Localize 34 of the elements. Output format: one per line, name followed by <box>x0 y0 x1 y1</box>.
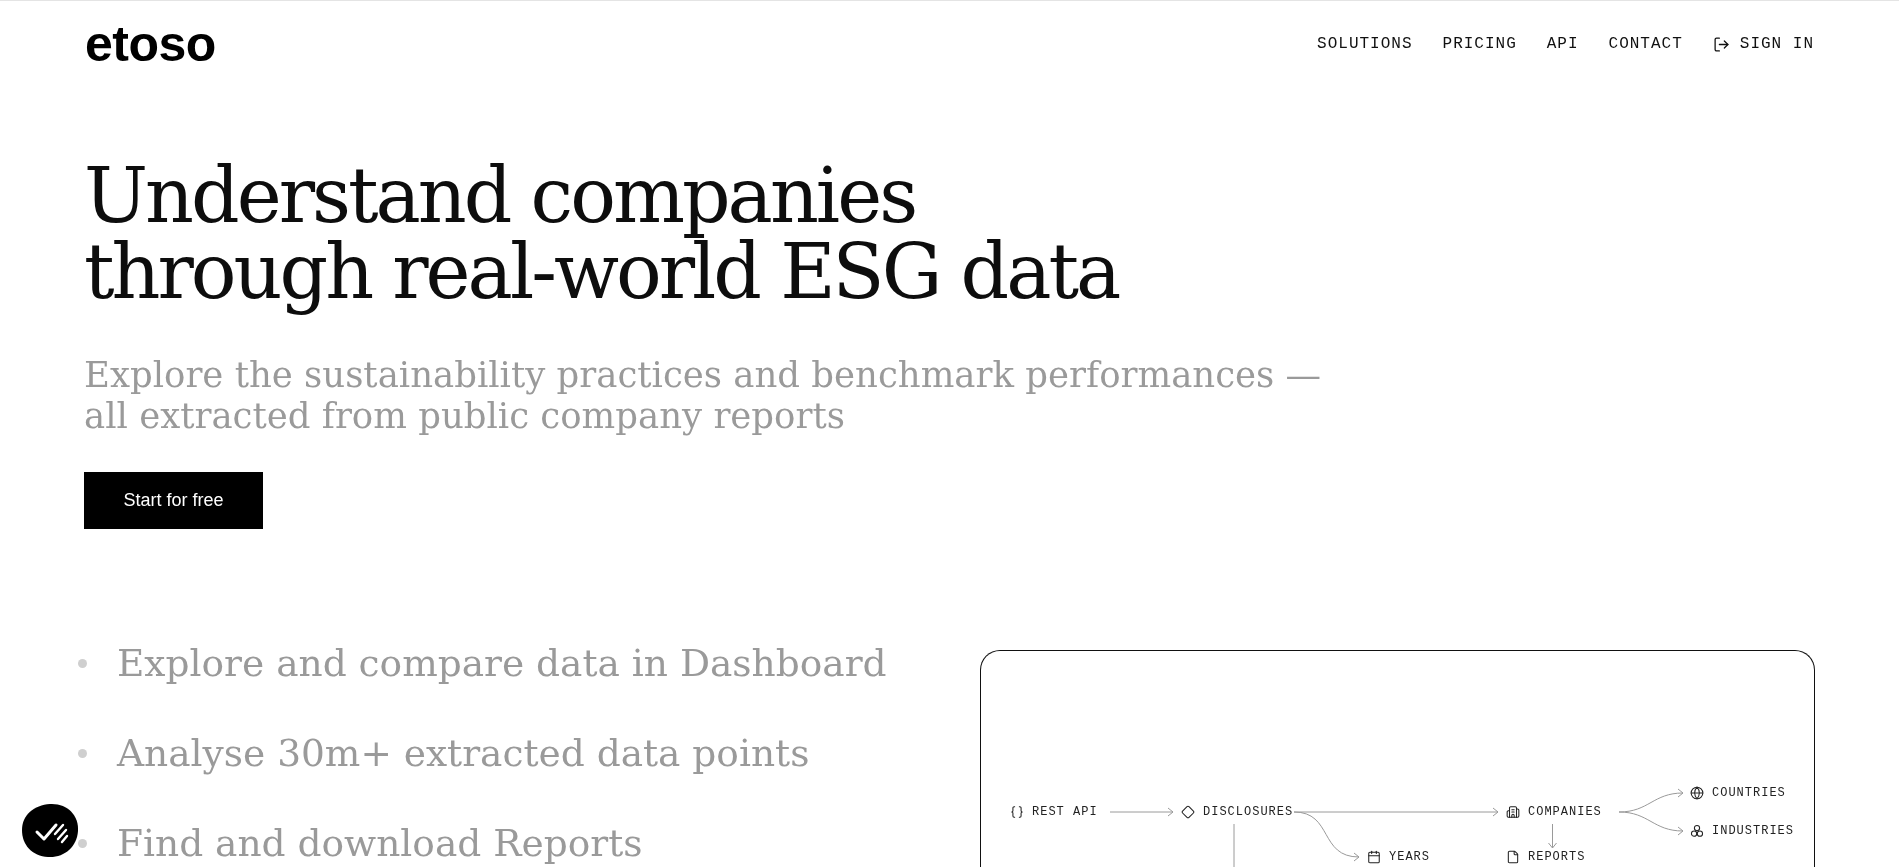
braces-icon <box>1010 805 1024 819</box>
nav-link[interactable]: API <box>1546 32 1579 56</box>
connector-arrow <box>1618 811 1684 836</box>
globe-icon <box>1690 786 1704 800</box>
diagram-node-label: COMPANIES <box>1528 804 1602 820</box>
diagram-node-label: DISCLOSURES <box>1203 804 1294 820</box>
nav-link[interactable]: PRICING <box>1442 32 1517 56</box>
nav-link[interactable]: CONTACT <box>1608 32 1683 56</box>
start-button[interactable]: Start for free <box>84 472 263 529</box>
diagram-node-label: REPORTS <box>1528 849 1586 865</box>
circles-cluster-icon <box>1690 824 1704 838</box>
nav-link[interactable]: SOLUTIONS <box>1317 32 1413 56</box>
bullet-icon <box>78 748 87 758</box>
connector-arrow <box>1109 807 1174 817</box>
connector-line <box>1233 823 1235 867</box>
subheading: Explore the sustainability practices and benchmark performances — all extracted from public company reports <box>84 354 1322 438</box>
bullet-icon <box>78 838 87 848</box>
diagram-node-label: INDUSTRIES <box>1712 823 1794 839</box>
connector-arrow <box>1548 823 1557 849</box>
headline: Understand companies through real-world ESG data <box>84 158 1119 318</box>
logo[interactable]: etoso <box>85 17 216 71</box>
calendar-icon <box>1367 850 1381 864</box>
sign-in-link[interactable]: SIGN IN <box>1712 32 1814 56</box>
diagram-node-label: YEARS <box>1389 849 1430 865</box>
diagram-node-label: COUNTRIES <box>1712 785 1786 801</box>
document-icon <box>1506 850 1520 864</box>
feature-text: Explore and compare data in Dashboard <box>117 640 887 686</box>
diamond-icon <box>1181 805 1195 819</box>
feature-text: Find and download Reports <box>117 820 643 866</box>
building-icon <box>1506 805 1520 819</box>
bullet-icon <box>78 658 87 668</box>
check-badge-icon[interactable] <box>21 803 79 858</box>
diagram-node-label: REST API <box>1032 804 1098 820</box>
feature-text: Analyse 30m+ extracted data points <box>117 730 810 776</box>
